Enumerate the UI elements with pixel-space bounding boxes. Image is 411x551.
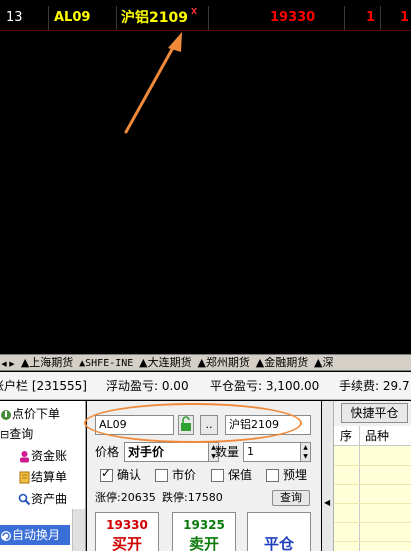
magnifier-icon [18, 493, 31, 506]
contract-name-field: 沪铝2109 [225, 415, 311, 435]
tab-scroll-left-icon[interactable]: ◀ [0, 357, 8, 370]
quote-area: 13 AL09 沪铝2109 X 19330 1 1 [0, 0, 411, 354]
pane-splitter[interactable]: ◀ [322, 401, 334, 551]
hedge-label: 保值 [228, 468, 253, 482]
buy-open-price: 19330 [106, 518, 148, 532]
tree-item-funds-account[interactable]: 资金账 [18, 446, 67, 466]
order-panel: AL09 .. 沪铝2109 价格 对手价 ▲▼ 数量 1 ▲▼ 确认 市价 保… [87, 401, 321, 551]
tab-shanghai-futures[interactable]: ▲上海期货 [20, 355, 74, 370]
grid-row-line [334, 503, 411, 504]
document-icon [19, 471, 30, 484]
annotation-arrow-icon [124, 32, 182, 134]
tree-item-label: 资产曲 [31, 492, 68, 506]
grid-row-line [334, 541, 411, 542]
close-price-blank [248, 514, 310, 536]
price-input[interactable]: 对手价 [124, 442, 209, 462]
quantity-label: 数量 [215, 445, 240, 459]
col-variety-header[interactable]: 品种 [365, 426, 389, 446]
hedge-checkbox[interactable] [211, 469, 224, 482]
query-button[interactable]: 查询 [272, 490, 310, 506]
sell-open-price: 19325 [183, 518, 225, 532]
tree-item-click-order[interactable]: 点价下单 [0, 404, 60, 424]
col-seq-header[interactable]: 序 [340, 426, 352, 446]
contract-code-input[interactable]: AL09 [95, 415, 174, 435]
tree-item-settlement[interactable]: 结算单 [18, 467, 67, 487]
preorder-label: 预埋 [283, 468, 308, 482]
tree-item-label: 自动换月 [12, 528, 61, 542]
col-separator [208, 6, 209, 30]
limit-up: 涨停:20635 [95, 491, 156, 504]
float-pnl: 浮动盈亏: 0.00 [106, 379, 189, 393]
grid-col-divider [359, 426, 360, 551]
collapse-arrow-icon[interactable]: ◀ [324, 498, 330, 507]
tree-item-label: 查询 [9, 427, 34, 441]
tab-scroll-right-icon[interactable]: ▶ [8, 357, 16, 370]
tree-item-query[interactable]: ⊟查询 [0, 424, 33, 444]
limit-down: 跌停:17580 [162, 491, 223, 504]
user-icon [20, 451, 29, 463]
hand-icon [1, 409, 11, 420]
refresh-icon [1, 530, 11, 541]
tab-dalian-futures[interactable]: ▲大连期货 [138, 355, 192, 370]
tree-item-auto-rollover[interactable]: 自动换月 [0, 525, 70, 545]
price-label: 价格 [95, 445, 120, 459]
quick-close-button[interactable]: 快捷平仓 [341, 403, 408, 423]
confirm-checkbox[interactable] [100, 466, 113, 482]
close-position-button[interactable]: 平仓 [247, 512, 311, 551]
buy-open-label: 买开 [111, 535, 142, 551]
position-grid[interactable]: 序 品种 [334, 426, 411, 551]
extra-value: 1 [400, 10, 410, 25]
browse-contract-button[interactable]: .. [200, 415, 218, 435]
grid-row-line [334, 465, 411, 466]
market-price-checkbox[interactable] [155, 469, 168, 482]
quantity-spinner[interactable]: ▲ ▼ [300, 442, 311, 462]
position-pane: ◀ 快捷平仓 序 品种 [322, 401, 411, 551]
tab-financial-futures[interactable]: ▲金融期货 [255, 355, 309, 370]
tab-shfe-ine[interactable]: ▲SHFE-INE [78, 356, 134, 370]
close-position-label: 平仓 [263, 535, 294, 551]
tree-item-asset-curve[interactable]: 资产曲 [18, 489, 67, 509]
preorder-checkbox[interactable] [266, 469, 279, 482]
tree-item-label: 结算单 [31, 470, 68, 484]
tree-item-label: 点价下单 [12, 407, 61, 421]
sell-open-button[interactable]: 19325 卖开 [172, 512, 236, 551]
fee: 手续费: 29.7 [339, 379, 410, 393]
account-label: 账户栏 [231555] [0, 379, 87, 393]
col-separator [380, 6, 381, 30]
quantity-input[interactable]: 1 [243, 442, 301, 462]
tab-zhengzhou-futures[interactable]: ▲郑州期货 [196, 355, 250, 370]
exchange-tab-strip: ◀ ▶ ▲上海期货 ▲SHFE-INE ▲大连期货 ▲郑州期货 ▲金融期货 ▲深 [0, 354, 411, 371]
function-tree: 点价下单 ⊟查询 资金账 结算单 资产曲 自动换月 [0, 401, 86, 551]
grid-row-line [334, 484, 411, 485]
last-price: 19330 [270, 10, 316, 25]
confirm-label: 确认 [117, 468, 142, 482]
tree-scrollbar[interactable] [72, 509, 85, 551]
tree-item-label: 资金账 [31, 449, 68, 463]
tab-shenzhen[interactable]: ▲深 [313, 355, 334, 370]
close-pnl: 平仓盈亏: 3,100.00 [210, 379, 320, 393]
volume: 1 [366, 10, 376, 25]
lock-button[interactable] [178, 415, 194, 435]
lock-icon [181, 416, 191, 431]
col-separator [344, 6, 345, 30]
account-status-bar: 账户栏 [231555] 浮动盈亏: 0.00 平仓盈亏: 3,100.00 手… [0, 372, 411, 400]
market-price-label: 市价 [172, 468, 197, 482]
collapse-icon[interactable]: ⊟ [0, 428, 9, 441]
sell-open-label: 卖开 [188, 535, 219, 551]
buy-open-button[interactable]: 19330 买开 [95, 512, 159, 551]
grid-header: 序 品种 [334, 426, 411, 446]
grid-row-line [334, 522, 411, 523]
